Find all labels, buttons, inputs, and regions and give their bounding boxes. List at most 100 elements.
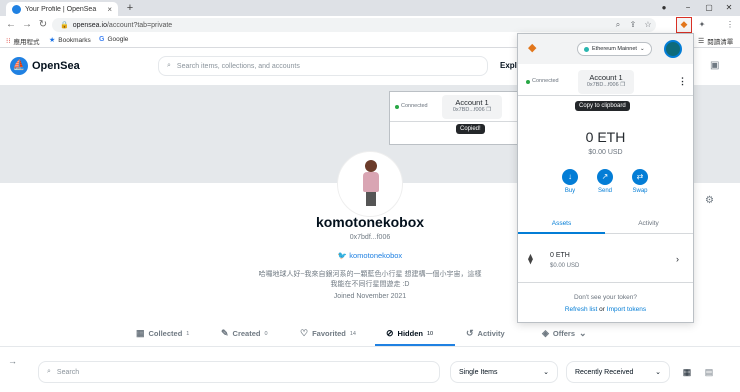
list-view-icon[interactable]: ▤ [702, 365, 716, 379]
send-button[interactable]: ↗ Send [587, 169, 623, 194]
wallet-icon[interactable]: ▣ [710, 60, 719, 71]
share-icon[interactable]: ⇪ [627, 19, 639, 31]
browser-tab[interactable]: Your Profile | OpenSea × [6, 2, 118, 16]
minimize-icon[interactable]: − [681, 2, 695, 14]
items-type-select[interactable]: Single Items ⌄ [450, 361, 558, 383]
reading-list[interactable]: ☰ 閱讀清單 [698, 36, 733, 46]
action-label: Send [597, 188, 612, 194]
select-value: Single Items [459, 368, 498, 376]
swap-icon: ⇄ [632, 169, 648, 185]
profile-tabs [0, 322, 740, 346]
tab-label: Created [232, 329, 261, 338]
account-options-icon[interactable]: ⋮ [678, 76, 687, 87]
opensea-brand[interactable]: OpenSea [32, 60, 80, 72]
menu-dots-icon[interactable]: ⋮ [724, 19, 736, 31]
chevron-down-icon: ⌄ [579, 328, 587, 338]
token-links: Refresh list or Import tokens [518, 306, 693, 313]
copy-icon: ❐ [620, 82, 626, 88]
items-search-input[interactable]: ⌕ Search [38, 361, 440, 383]
extensions-icon[interactable]: ✦ [696, 19, 708, 31]
asset-row-eth[interactable] [518, 235, 693, 283]
forward-icon[interactable]: → [20, 18, 34, 32]
lock-icon: 🔒 [60, 22, 69, 29]
account-address: 0x7BD...f006 ❐ [586, 82, 626, 88]
url-domain: opensea.io [72, 21, 107, 29]
opensea-search-input[interactable]: ⌕ Search items, collections, and account… [158, 56, 488, 76]
account-name: Account 1 [589, 73, 623, 82]
account-address: 0x7BD...f006 ❐ [452, 107, 492, 113]
action-label: Buy [564, 188, 576, 194]
tab-assets[interactable]: Assets [518, 220, 605, 227]
close-window-icon[interactable]: ✕ [722, 2, 736, 14]
connected-label[interactable]: Connected [401, 103, 428, 109]
reading-list-label: 閱讀清單 [707, 39, 734, 46]
opensea-favicon-icon [12, 4, 21, 14]
bookmark-bookmarks[interactable]: ★ Bookmarks [49, 36, 91, 45]
tab-activity[interactable]: ↺ Activity [466, 328, 505, 339]
ethereum-icon: ⧫ [528, 254, 533, 265]
account-avatar[interactable] [664, 40, 682, 58]
network-selector[interactable]: Ethereum Mainnet ⌄ [577, 42, 652, 56]
profile-icon[interactable]: ● [657, 2, 671, 14]
tab-hidden[interactable]: ⊘ Hidden 10 [386, 328, 433, 339]
network-name: Ethereum Mainnet [592, 46, 637, 52]
asset-amount: 0 ETH [550, 252, 570, 259]
action-label: Swap [632, 188, 648, 194]
buy-button[interactable]: ↓ Buy [552, 169, 588, 194]
asset-usd: $0.00 USD [550, 263, 580, 269]
reload-icon[interactable]: ↻ [36, 18, 50, 32]
address-bar[interactable]: 🔒 opensea.io/account?tab=private [52, 18, 656, 32]
tab-offers[interactable]: ◈ Offers ⌄ [542, 328, 587, 339]
metamask-popup: ◆ Ethereum Mainnet ⌄ Connected Account 1… [517, 33, 694, 323]
profile-avatar[interactable] [338, 152, 402, 216]
select-value: Recently Received [575, 368, 634, 376]
eye-off-icon: ⊘ [386, 328, 394, 338]
network-dot-icon [584, 46, 589, 52]
bookmark-google[interactable]: G Google [99, 36, 128, 43]
tag-icon: ◈ [542, 328, 549, 338]
tab-label: Activity [477, 329, 505, 338]
chevron-down-icon: ⌄ [639, 46, 645, 52]
copied-tooltip: Copied! [456, 124, 485, 134]
refresh-list-link[interactable]: Refresh list [565, 306, 598, 313]
history-icon: ↺ [466, 328, 474, 338]
tab-label: Favorited [312, 329, 346, 338]
import-tokens-link[interactable]: Import tokens [607, 306, 646, 313]
new-tab-button[interactable]: + [124, 2, 136, 14]
expand-filters-icon[interactable]: → [8, 356, 17, 366]
connected-dot-icon [395, 105, 399, 109]
swap-button[interactable]: ⇄ Swap [622, 169, 658, 194]
connected-status[interactable]: Connected [532, 78, 559, 84]
bookmark-label: Google [107, 36, 129, 43]
search-icon: ⌕ [47, 368, 51, 375]
tab-activity[interactable]: Activity [605, 220, 692, 227]
metamask-extension-icon[interactable]: ◆ [676, 17, 692, 33]
account-pill[interactable]: Account 1 0x7BD...f006 ❐ [578, 70, 634, 94]
tab-collected[interactable]: ▦ Collected 1 [136, 328, 189, 339]
sort-select[interactable]: Recently Received ⌄ [566, 361, 670, 383]
bookmark-apps[interactable]: ⁝⁝ 應用程式 [6, 36, 39, 46]
chevron-right-icon[interactable]: › [676, 254, 679, 264]
tab-close-icon[interactable]: × [107, 5, 112, 14]
bookmark-label: Bookmarks [58, 36, 91, 44]
opensea-logo-icon[interactable]: ⛵ [10, 57, 28, 75]
search-icon[interactable]: ⌕ [612, 19, 624, 31]
settings-gear-icon[interactable]: ⚙ [705, 195, 714, 206]
grid-view-icon[interactable]: ▦ [680, 365, 694, 379]
tab-count: 1 [186, 330, 190, 337]
tab-created[interactable]: ✎ Created 0 [221, 328, 268, 339]
account-pill[interactable]: Account 1 0x7BD...f006 ❐ [442, 95, 502, 119]
maximize-icon[interactable]: ▢ [702, 2, 716, 14]
back-icon[interactable]: ← [4, 18, 18, 32]
tab-title: Your Profile | OpenSea [25, 5, 97, 13]
tab-count: 14 [349, 330, 356, 337]
brush-icon: ✎ [221, 328, 229, 338]
apps-grid-icon: ⁝⁝ [6, 38, 11, 45]
bookmark-star-icon[interactable]: ☆ [642, 19, 654, 31]
grid-icon: ▦ [136, 328, 145, 338]
connected-dot-icon [526, 80, 530, 84]
usd-balance: $0.00 USD [588, 149, 623, 156]
star-icon: ★ [49, 37, 56, 44]
avatar-figure-head [365, 160, 377, 172]
tab-favorited[interactable]: ♡ Favorited 14 [300, 328, 356, 339]
